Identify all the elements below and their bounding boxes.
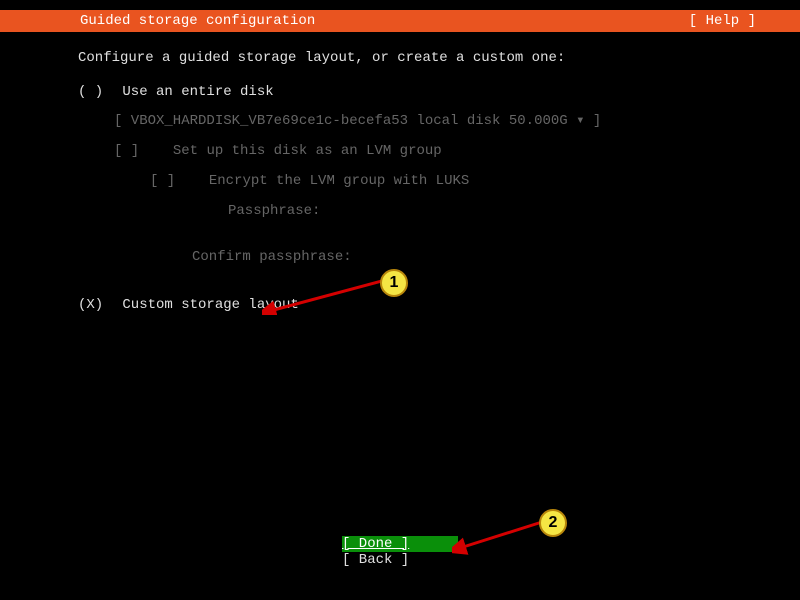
done-button[interactable]: [ Done ] (342, 536, 458, 552)
annotation-badge-1: 1 (380, 269, 408, 297)
checkbox-encrypt[interactable]: [ ] Encrypt the LVM group with LUKS (150, 173, 760, 189)
radio-custom-layout[interactable]: (X) Custom storage layout (78, 297, 760, 313)
annotation-arrow-1 (262, 275, 392, 315)
back-button[interactable]: [ Back ] (342, 552, 458, 568)
radio-entire-disk[interactable]: ( ) Use an entire disk (78, 84, 760, 100)
instruction-text: Configure a guided storage layout, or cr… (78, 50, 760, 66)
page-title: Guided storage configuration (10, 13, 315, 29)
annotation-badge-2: 2 (539, 509, 567, 537)
confirm-passphrase-field[interactable]: Confirm passphrase: (192, 249, 760, 265)
passphrase-label: Passphrase: (228, 203, 320, 219)
header-bar: Guided storage configuration [ Help ] (0, 10, 800, 32)
footer-buttons: [ Done ] [ Back ] (0, 536, 800, 568)
checkbox-mark: [ ] (114, 143, 139, 159)
disk-selector[interactable]: [ VBOX_HARDDISK_VB7e69ce1c-becefa53 loca… (114, 112, 760, 129)
help-button[interactable]: [ Help ] (689, 13, 790, 29)
lvm-label: Set up this disk as an LVM group (173, 143, 442, 159)
passphrase-field[interactable]: Passphrase: (228, 203, 760, 219)
checkbox-lvm[interactable]: [ ] Set up this disk as an LVM group (114, 143, 760, 159)
encrypt-label: Encrypt the LVM group with LUKS (209, 173, 469, 189)
main-content: Configure a guided storage layout, or cr… (78, 50, 760, 325)
radio-mark-selected: (X) (78, 297, 114, 313)
entire-disk-label: Use an entire disk (122, 84, 273, 100)
radio-mark-unselected: ( ) (78, 84, 114, 100)
annotation-arrow-2 (452, 516, 552, 556)
checkbox-mark: [ ] (150, 173, 175, 189)
confirm-passphrase-label: Confirm passphrase: (192, 249, 352, 265)
